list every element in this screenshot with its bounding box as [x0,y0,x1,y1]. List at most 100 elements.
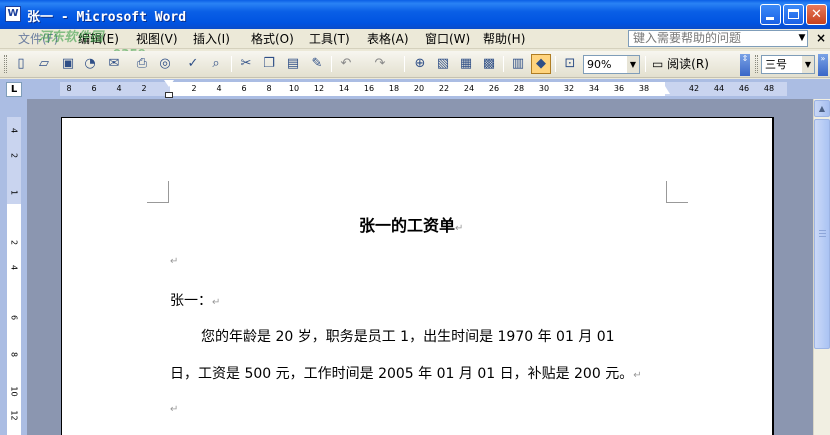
open-icon[interactable]: ▱ [34,54,54,74]
ruler-tick: 30 [538,84,550,93]
body-line-2[interactable]: 日，工资是 500 元，工作时间是 2005 年 01 月 01 日，补贴是 2… [170,363,642,383]
menu-table[interactable]: 表格(A) [367,31,409,47]
permission-icon[interactable]: ◔ [80,54,100,74]
menu-view[interactable]: 视图(V) [136,31,178,47]
menu-format[interactable]: 格式(O) [251,31,294,47]
hyperlink-icon[interactable]: ⊕ [410,54,430,74]
tab-selector[interactable]: L [6,82,22,97]
read-button[interactable]: ▭ 阅读(R) [652,55,709,74]
ruler-tick: 38 [638,84,650,93]
help-dropdown-icon[interactable]: ▼ [797,31,807,46]
tables-borders-icon[interactable]: ▧ [433,54,453,74]
first-line-indent-marker[interactable] [164,80,174,100]
ruler-tick: 32 [563,84,575,93]
document-page[interactable] [61,117,774,435]
spelling-icon[interactable]: ✓ [183,54,203,74]
ruler-tick: 6 [241,84,247,93]
ruler-tick: 2 [9,152,19,159]
paste-icon[interactable]: ▤ [283,54,303,74]
research-icon[interactable]: ⌕ [206,54,226,74]
ruler-tick: 18 [388,84,400,93]
vertical-scrollbar[interactable]: ▲ [813,99,830,435]
font-size-select[interactable]: 三号 ▼ [761,55,815,74]
redo-icon[interactable]: ↷ [370,54,390,74]
ruler-tick: 20 [413,84,425,93]
font-size-value: 三号 [765,58,787,71]
ruler-tick: 24 [463,84,475,93]
toolbar-overflow-button[interactable]: ⇕ [740,54,750,76]
salutation-line[interactable]: 张一：↵ [170,290,220,310]
document-title[interactable]: 张一的工资单↵ [359,212,463,236]
toolbar-separator [404,56,405,72]
ruler-tick: 4 [9,127,19,134]
document-map-icon[interactable]: ⊡ [560,54,580,74]
scroll-up-arrow-icon[interactable]: ▲ [814,100,830,117]
vertical-ruler[interactable]: 4 2 1 2 4 6 8 10 12 [7,117,21,435]
email-icon[interactable]: ✉ [104,54,124,74]
ruler-tick: 2 [191,84,197,93]
empty-paragraph-mark[interactable]: ↵ [170,256,178,267]
print-icon[interactable]: ⎙ [132,54,152,74]
formatting-overflow-button[interactable]: » [818,54,828,76]
minimize-button[interactable] [760,4,781,25]
ruler-tick: 46 [738,84,750,93]
cut-icon[interactable]: ✂ [236,54,256,74]
menu-help[interactable]: 帮助(H) [483,31,525,47]
ruler-tick: 12 [313,84,325,93]
help-search-input[interactable]: 键入需要帮助的问题 [628,30,808,47]
close-button[interactable]: ✕ [806,4,827,25]
font-size-dropdown-icon[interactable]: ▼ [802,56,814,73]
save-icon[interactable]: ▣ [58,54,78,74]
menu-insert[interactable]: 插入(I) [193,31,230,47]
ruler-tick: 34 [588,84,600,93]
paragraph-mark: ↵ [633,370,642,381]
maximize-icon [788,9,799,19]
ruler-tick: 10 [9,386,19,397]
insert-excel-icon[interactable]: ▩ [479,54,499,74]
title-bar: W 张一 - Microsoft Word ✕ [0,0,830,29]
ruler-tick: 2 [9,239,19,246]
toolbar-separator [331,56,332,72]
scroll-thumb[interactable] [814,119,830,349]
watermark-logo: 河东软件园 [38,30,104,45]
menu-window[interactable]: 窗口(W) [425,31,470,47]
minimize-icon [766,17,774,20]
drawing-icon[interactable]: ◆ [531,54,551,74]
body-line-1[interactable]: 您的年龄是 20 岁，职务是员工 1，出生时间是 1970 年 01 月 01 [201,326,615,346]
close-icon: ✕ [811,7,822,22]
salutation-text: 张一： [170,293,212,309]
body-line-2-text: 日，工资是 500 元，工作时间是 2005 年 01 月 01 日，补贴是 2… [170,366,634,382]
ruler-tick: 4 [9,264,19,271]
read-icon: ▭ [652,57,664,71]
toolbar-separator [555,56,556,72]
crop-mark-top-left [147,181,169,203]
menu-tools[interactable]: 工具(T) [309,31,350,47]
ruler-tick: 8 [66,84,72,93]
copy-icon[interactable]: ❐ [259,54,279,74]
document-close-button[interactable]: × [814,30,828,46]
ruler-tick: 4 [116,84,122,93]
ruler-tick: 12 [9,410,19,421]
ruler-tick: 36 [613,84,625,93]
insert-table-icon[interactable]: ▦ [456,54,476,74]
empty-paragraph-mark[interactable]: ↵ [170,404,178,415]
paragraph-mark: ↵ [212,297,221,308]
columns-icon[interactable]: ▥ [508,54,528,74]
toolbar-separator [503,56,504,72]
undo-icon[interactable]: ↶ [336,54,356,74]
ruler-tick: 6 [91,84,97,93]
zoom-select[interactable]: 90% ▼ [583,55,640,74]
maximize-button[interactable] [783,4,804,25]
ruler-tick: 8 [9,351,19,358]
zoom-dropdown-icon[interactable]: ▼ [627,56,639,73]
new-icon[interactable]: ▯ [11,54,31,74]
toolbar-grip[interactable] [4,55,7,73]
ruler-tick: 48 [763,84,775,93]
format-painter-icon[interactable]: ✎ [307,54,327,74]
formatting-toolbar-grip[interactable] [755,55,758,73]
right-indent-marker[interactable] [660,86,670,94]
toolbar-separator [645,56,646,72]
word-app-icon[interactable]: W [5,6,21,22]
paragraph-mark: ↵ [455,223,464,234]
print-preview-icon[interactable]: ◎ [155,54,175,74]
